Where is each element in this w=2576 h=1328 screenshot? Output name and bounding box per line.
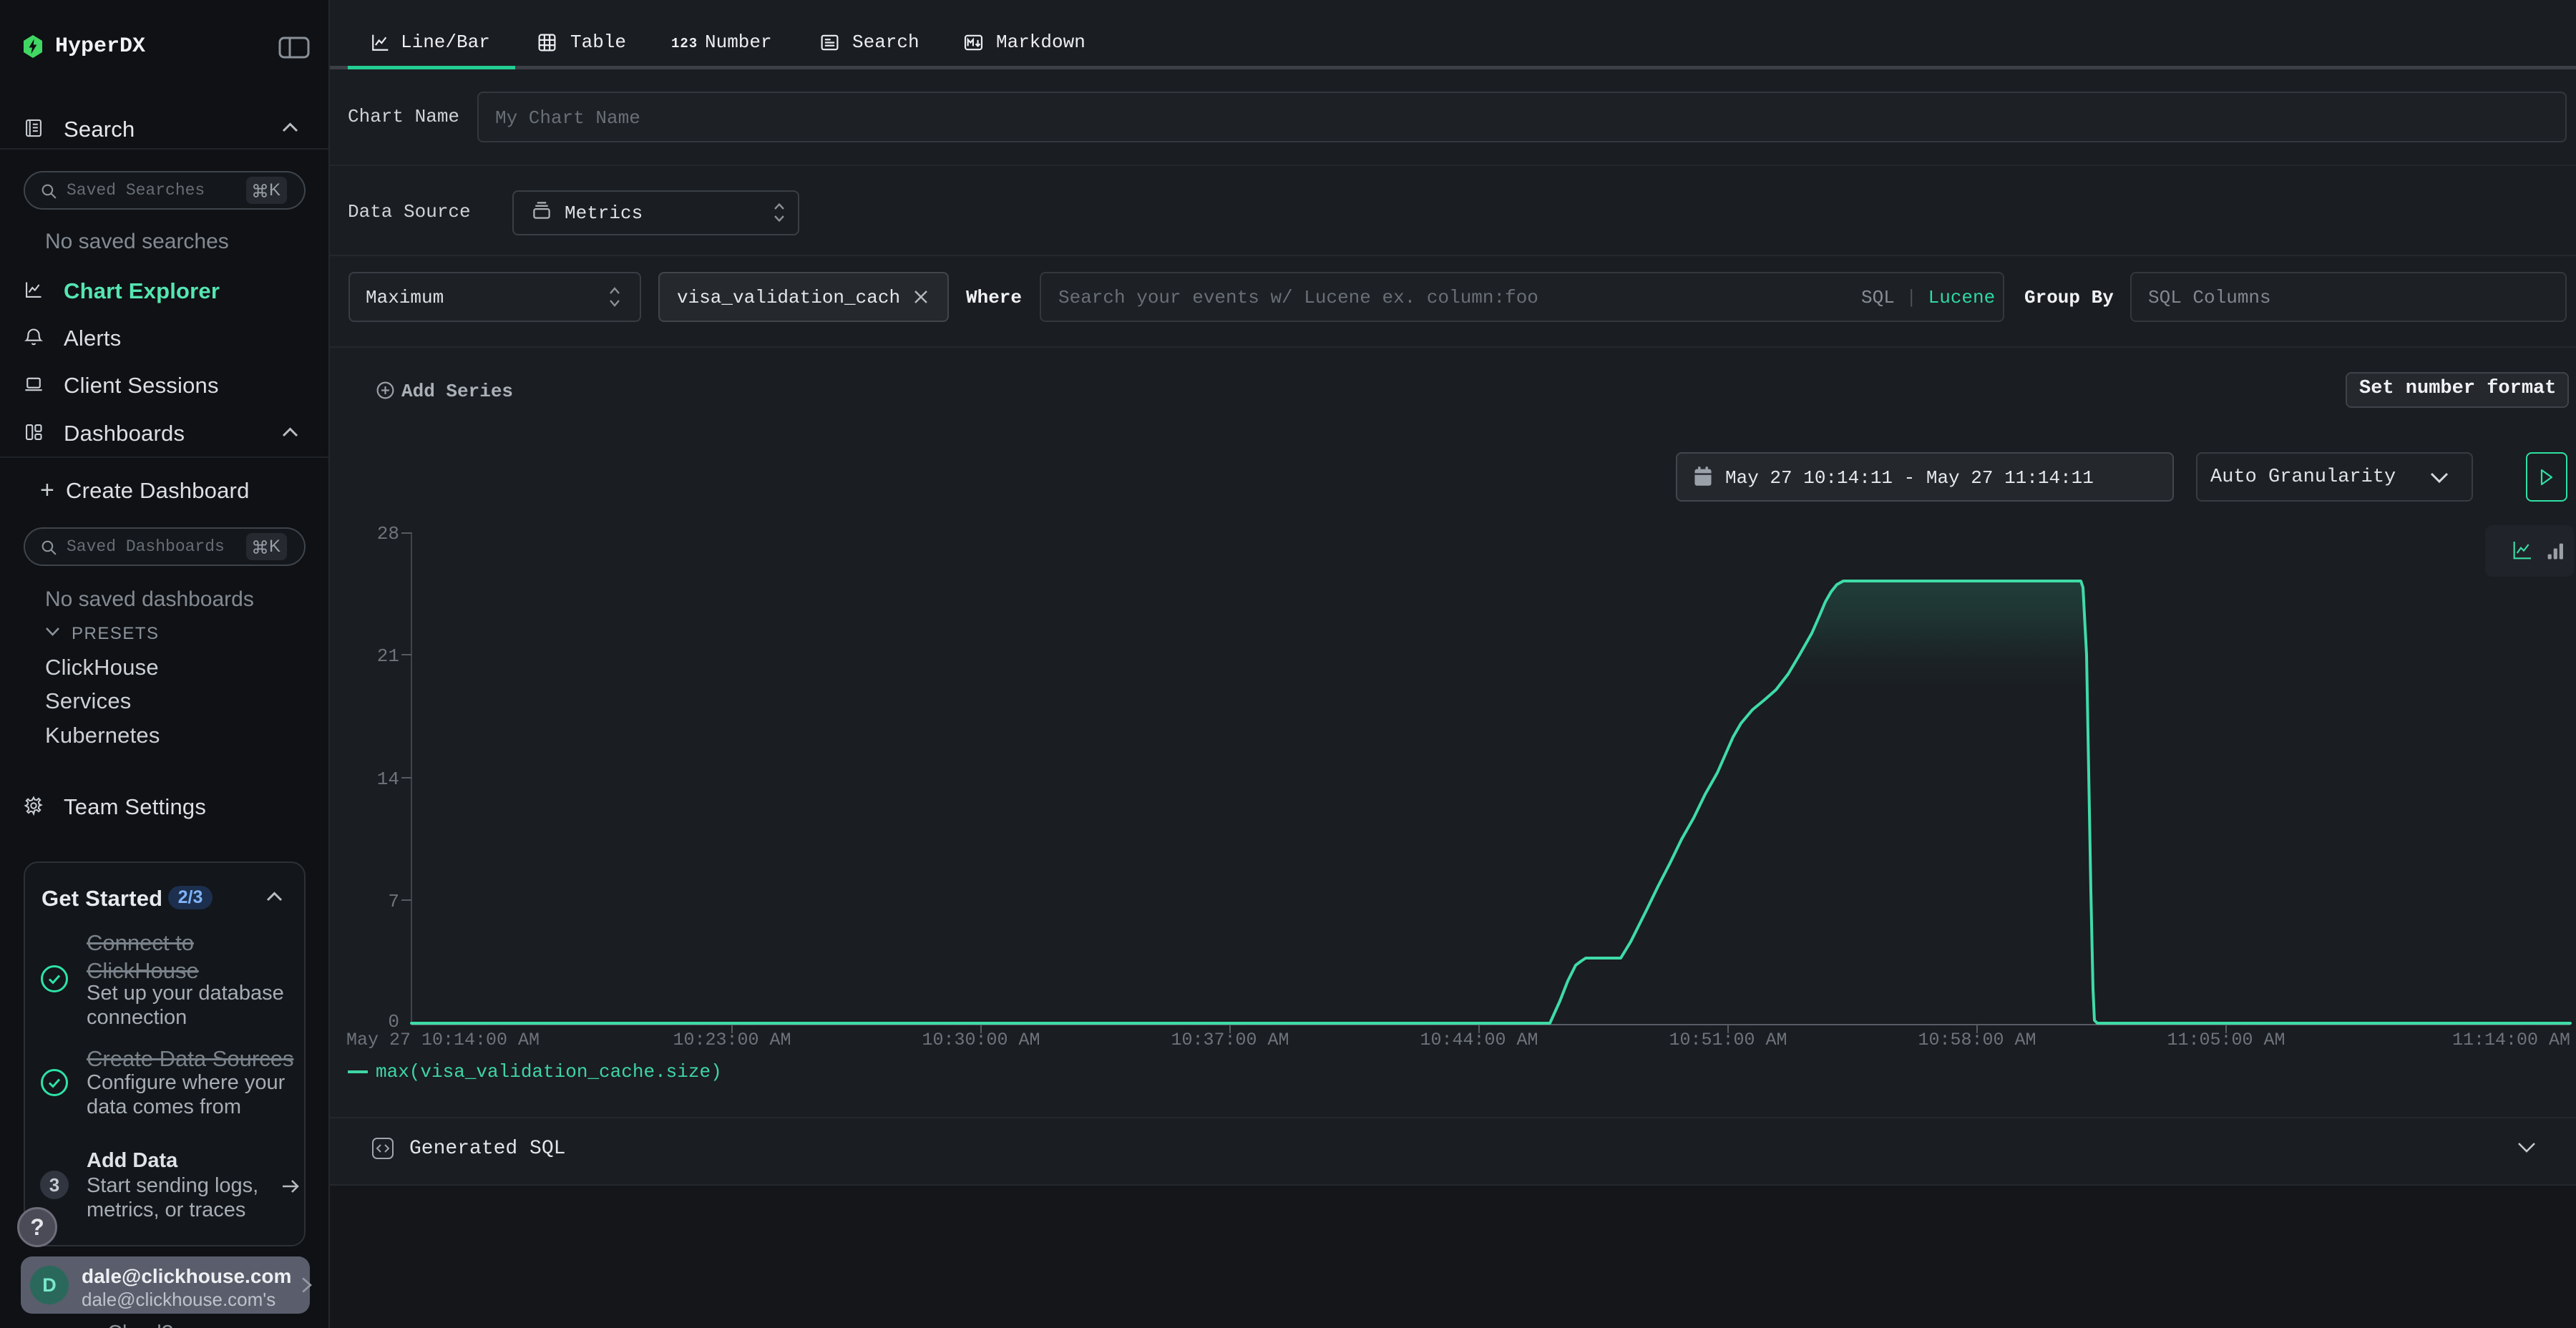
- svg-text:21: 21: [377, 645, 399, 667]
- svg-text:11:14:00 AM: 11:14:00 AM: [2452, 1030, 2570, 1050]
- svg-text:11:05:00 AM: 11:05:00 AM: [2167, 1030, 2285, 1050]
- svg-text:28: 28: [377, 523, 399, 545]
- svg-text:10:58:00 AM: 10:58:00 AM: [1918, 1030, 2036, 1050]
- svg-text:10:44:00 AM: 10:44:00 AM: [1420, 1030, 1538, 1050]
- svg-text:10:51:00 AM: 10:51:00 AM: [1669, 1030, 1787, 1050]
- svg-text:10:37:00 AM: 10:37:00 AM: [1171, 1030, 1289, 1050]
- svg-text:10:23:00 AM: 10:23:00 AM: [673, 1030, 791, 1050]
- svg-text:May 27 10:14:00 AM: May 27 10:14:00 AM: [346, 1030, 540, 1050]
- svg-text:7: 7: [388, 891, 399, 912]
- svg-text:14: 14: [377, 768, 399, 790]
- svg-text:10:30:00 AM: 10:30:00 AM: [922, 1030, 1040, 1050]
